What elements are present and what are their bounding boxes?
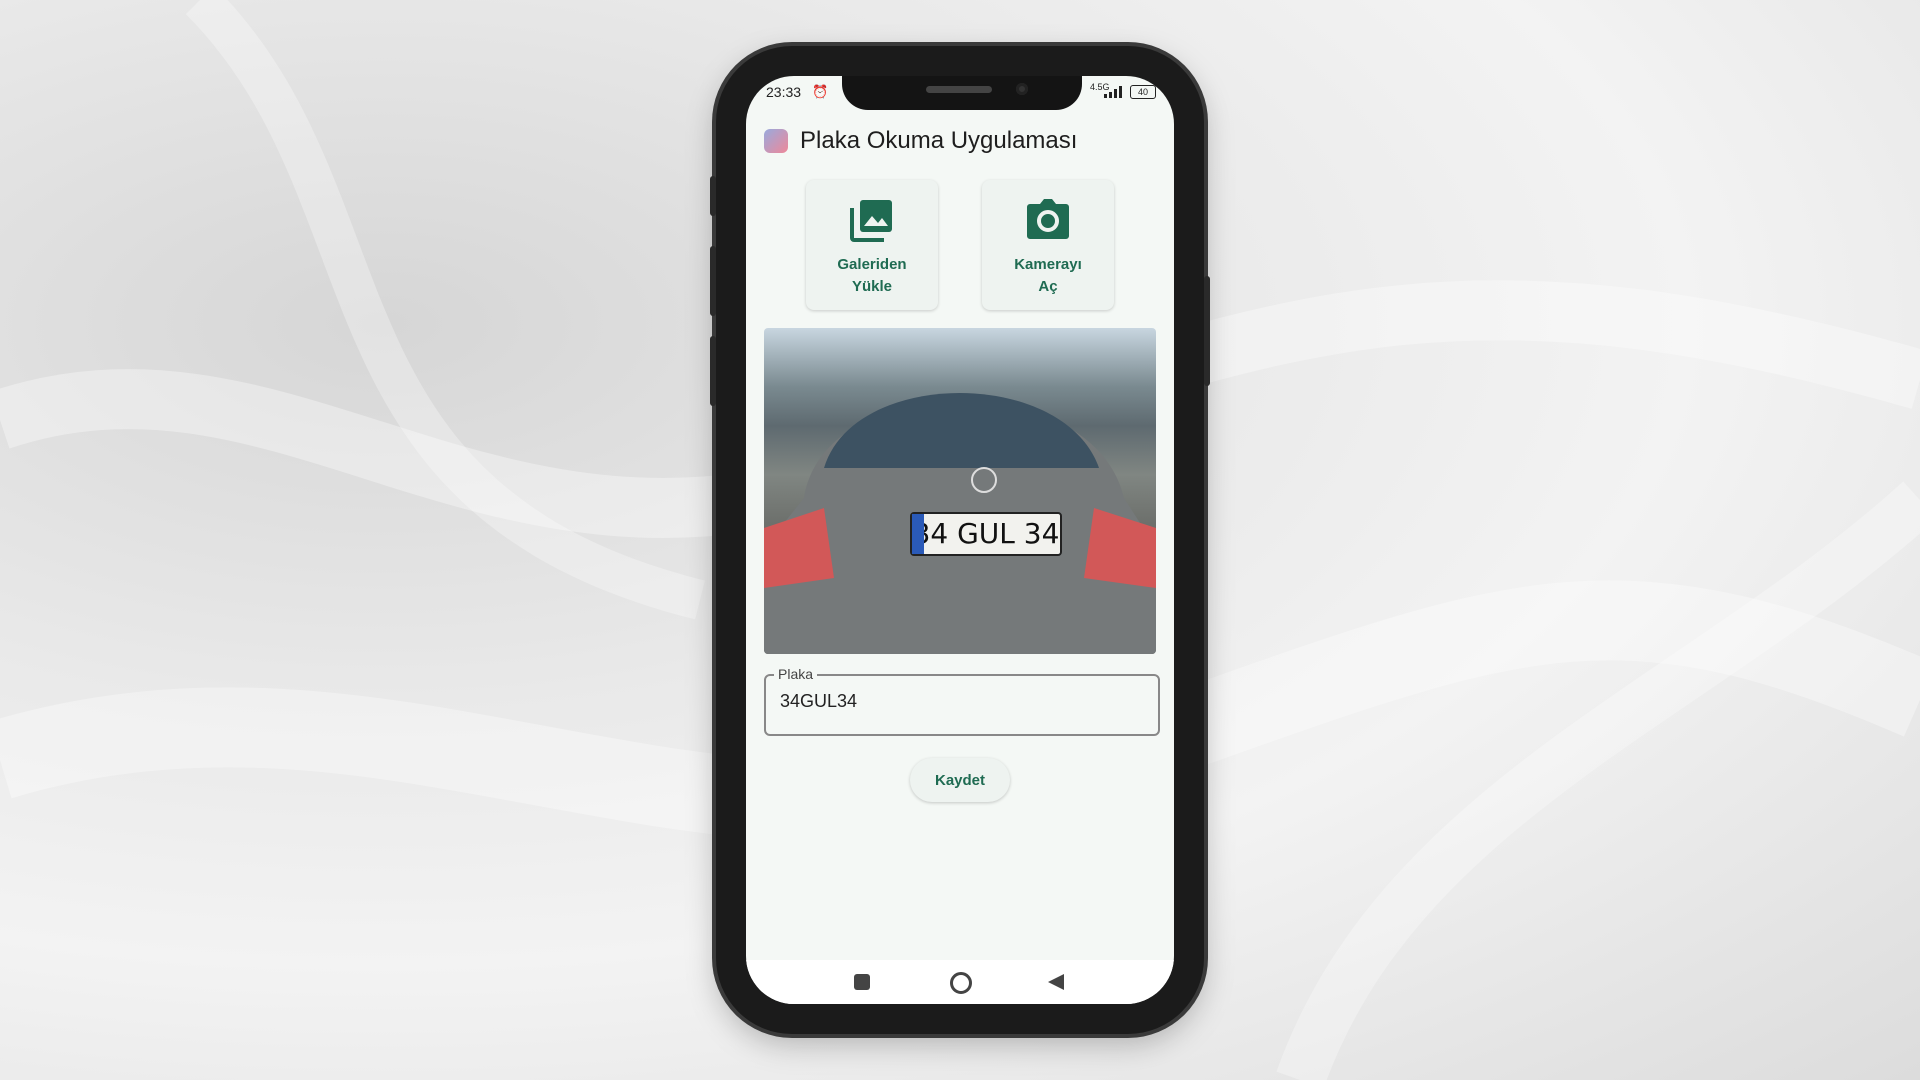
camera-label-line1: Kamerayı [1014,256,1082,273]
gallery-button[interactable]: Galeriden Yükle [806,180,938,310]
app-bar: Plaka Okuma Uygulaması [764,116,1077,166]
home-circle-icon[interactable] [950,972,972,994]
back-triangle-icon[interactable] [1048,974,1064,990]
gallery-label-line2: Yükle [851,278,892,295]
car-photo: 34 GUL 34 [764,328,1156,654]
battery-indicator: 40 [1130,85,1156,99]
plate-field: Plaka [764,666,1160,736]
phone-frame: 23:33 ⏰ 4.5G 40 Plaka Okuma Uygulaması G… [710,46,1210,1034]
gallery-label-line1: Galeriden [837,256,907,273]
car-shape [764,393,1156,654]
plate-country-strip [912,514,924,554]
camera-button[interactable]: Kamerayı Aç [982,180,1114,310]
plate-input[interactable] [778,690,1142,713]
signal-icon [1104,86,1122,98]
volume-up-button [710,246,716,316]
side-button [710,176,716,216]
speaker [926,86,992,93]
notch [842,76,1082,110]
alarm-icon: ⏰ [812,84,829,99]
app-logo-icon [764,129,788,153]
gallery-icon [850,200,892,242]
phone-screen: 23:33 ⏰ 4.5G 40 Plaka Okuma Uygulaması G… [746,76,1174,1004]
status-time: 23:33 [766,84,802,100]
page-title: Plaka Okuma Uygulaması [800,127,1078,154]
power-button [1204,276,1210,386]
license-plate: 34 GUL 34 [910,512,1062,556]
plate-field-label: Plaka [774,666,818,682]
plate-text: 34 GUL 34 [912,517,1060,550]
camera-label-line2: Aç [1038,278,1058,295]
volume-down-button [710,336,716,406]
camera-icon [1027,199,1069,239]
recents-square-icon[interactable] [854,974,870,990]
front-camera [1016,83,1028,95]
nav-bar [746,960,1174,1004]
save-button[interactable]: Kaydet [910,758,1010,802]
